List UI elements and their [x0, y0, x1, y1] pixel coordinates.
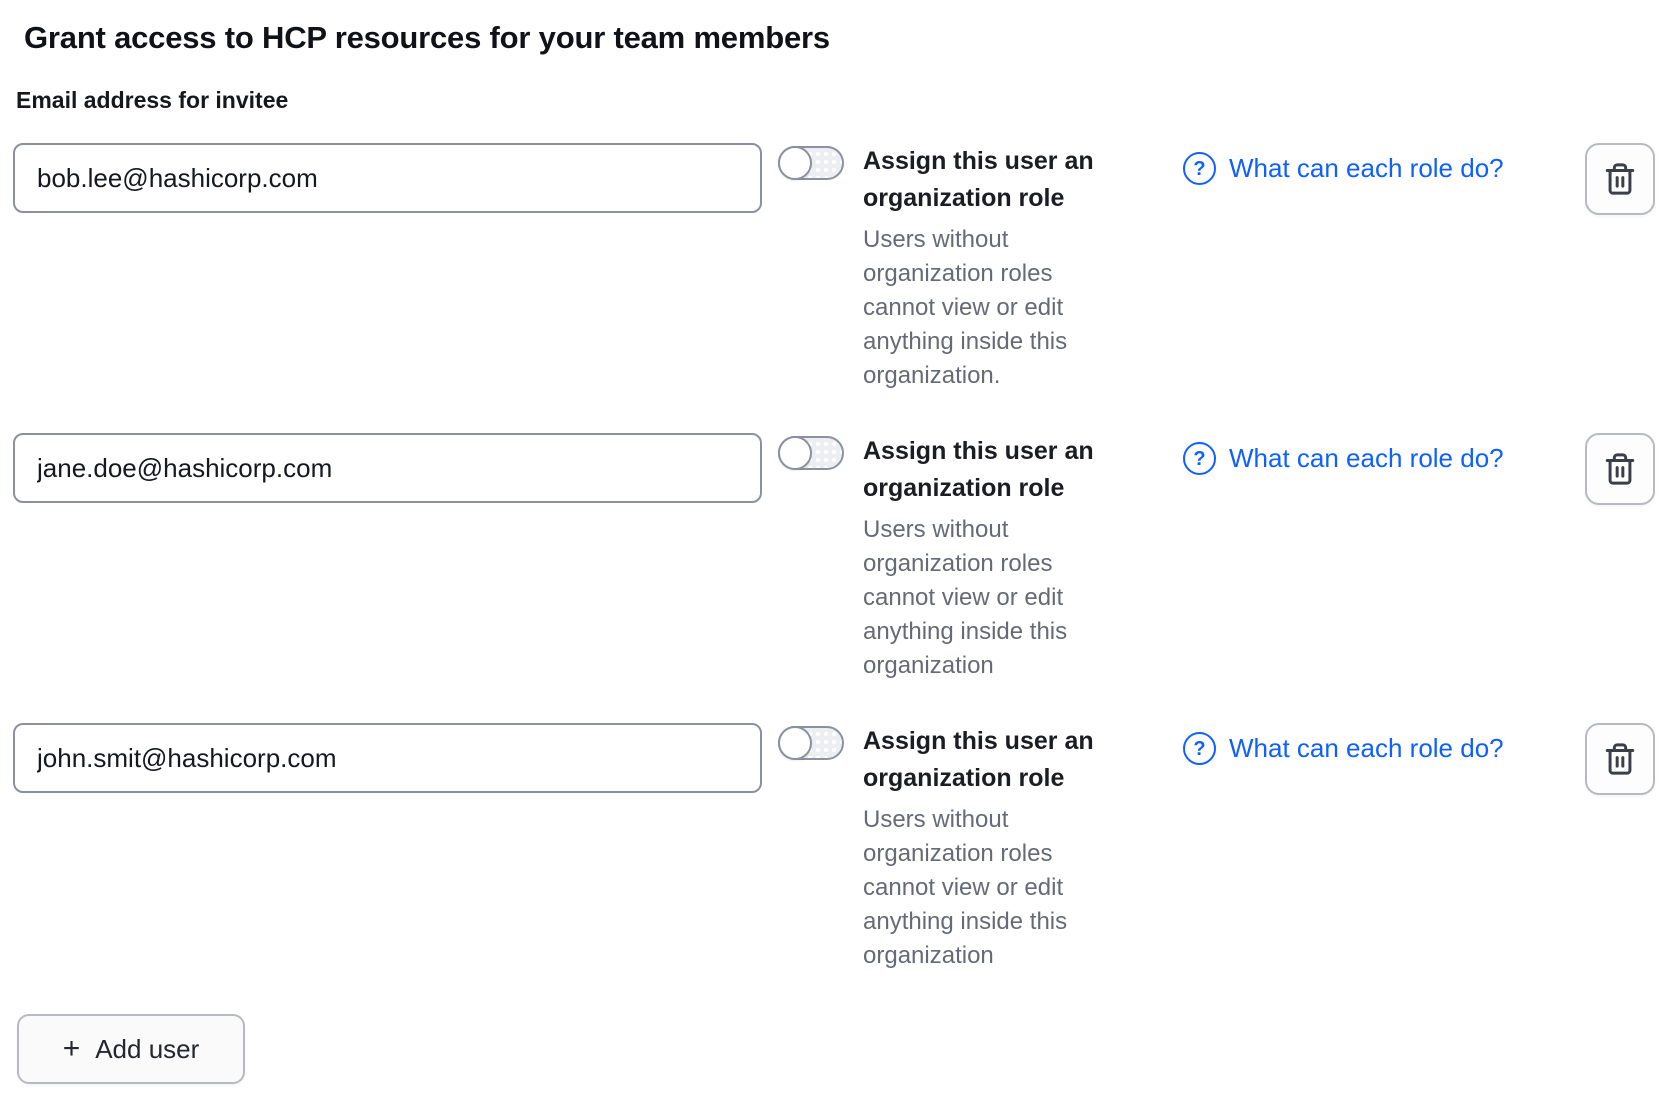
- role-helper-text: Users without organization roles cannot …: [863, 223, 1108, 393]
- toggle-knob: [778, 726, 812, 760]
- org-role-toggle[interactable]: [778, 436, 844, 470]
- role-helper-text: Users without organization roles cannot …: [863, 803, 1108, 973]
- role-info-link[interactable]: ? What can each role do?: [1183, 732, 1504, 765]
- email-invitee-label: Email address for invitee: [16, 87, 1655, 114]
- add-user-button[interactable]: + Add user: [17, 1014, 245, 1084]
- role-text-block: Assign this user an organization role Us…: [863, 723, 1135, 973]
- invite-row: Assign this user an organization role Us…: [13, 143, 1655, 393]
- org-role-toggle[interactable]: [778, 726, 844, 760]
- invite-row: Assign this user an organization role Us…: [13, 723, 1655, 973]
- role-info-link-label: What can each role do?: [1229, 443, 1504, 474]
- role-info-link[interactable]: ? What can each role do?: [1183, 442, 1504, 475]
- toggle-knob: [778, 436, 812, 470]
- invite-users-form: Grant access to HCP resources for your t…: [0, 0, 1672, 1084]
- delete-row-button[interactable]: [1585, 433, 1655, 505]
- email-input[interactable]: [13, 433, 762, 503]
- page-title: Grant access to HCP resources for your t…: [24, 19, 1655, 56]
- plus-icon: +: [63, 1034, 81, 1064]
- delete-row-button[interactable]: [1585, 143, 1655, 215]
- role-label: Assign this user an organization role: [863, 433, 1135, 507]
- question-circle-icon: ?: [1183, 442, 1216, 475]
- role-info-link-label: What can each role do?: [1229, 733, 1504, 764]
- invite-rows: Assign this user an organization role Us…: [13, 143, 1655, 973]
- role-info-link[interactable]: ? What can each role do?: [1183, 152, 1504, 185]
- role-label: Assign this user an organization role: [863, 143, 1135, 217]
- toggle-knob: [778, 146, 812, 180]
- role-text-block: Assign this user an organization role Us…: [863, 433, 1135, 683]
- email-input[interactable]: [13, 723, 762, 793]
- role-info-link-label: What can each role do?: [1229, 153, 1504, 184]
- question-circle-icon: ?: [1183, 152, 1216, 185]
- add-user-label: Add user: [95, 1034, 199, 1065]
- trash-icon: [1603, 451, 1637, 487]
- email-input[interactable]: [13, 143, 762, 213]
- trash-icon: [1603, 161, 1637, 197]
- role-text-block: Assign this user an organization role Us…: [863, 143, 1135, 393]
- delete-row-button[interactable]: [1585, 723, 1655, 795]
- question-circle-icon: ?: [1183, 732, 1216, 765]
- org-role-toggle[interactable]: [778, 146, 844, 180]
- role-label: Assign this user an organization role: [863, 723, 1135, 797]
- invite-row: Assign this user an organization role Us…: [13, 433, 1655, 683]
- role-helper-text: Users without organization roles cannot …: [863, 513, 1108, 683]
- trash-icon: [1603, 741, 1637, 777]
